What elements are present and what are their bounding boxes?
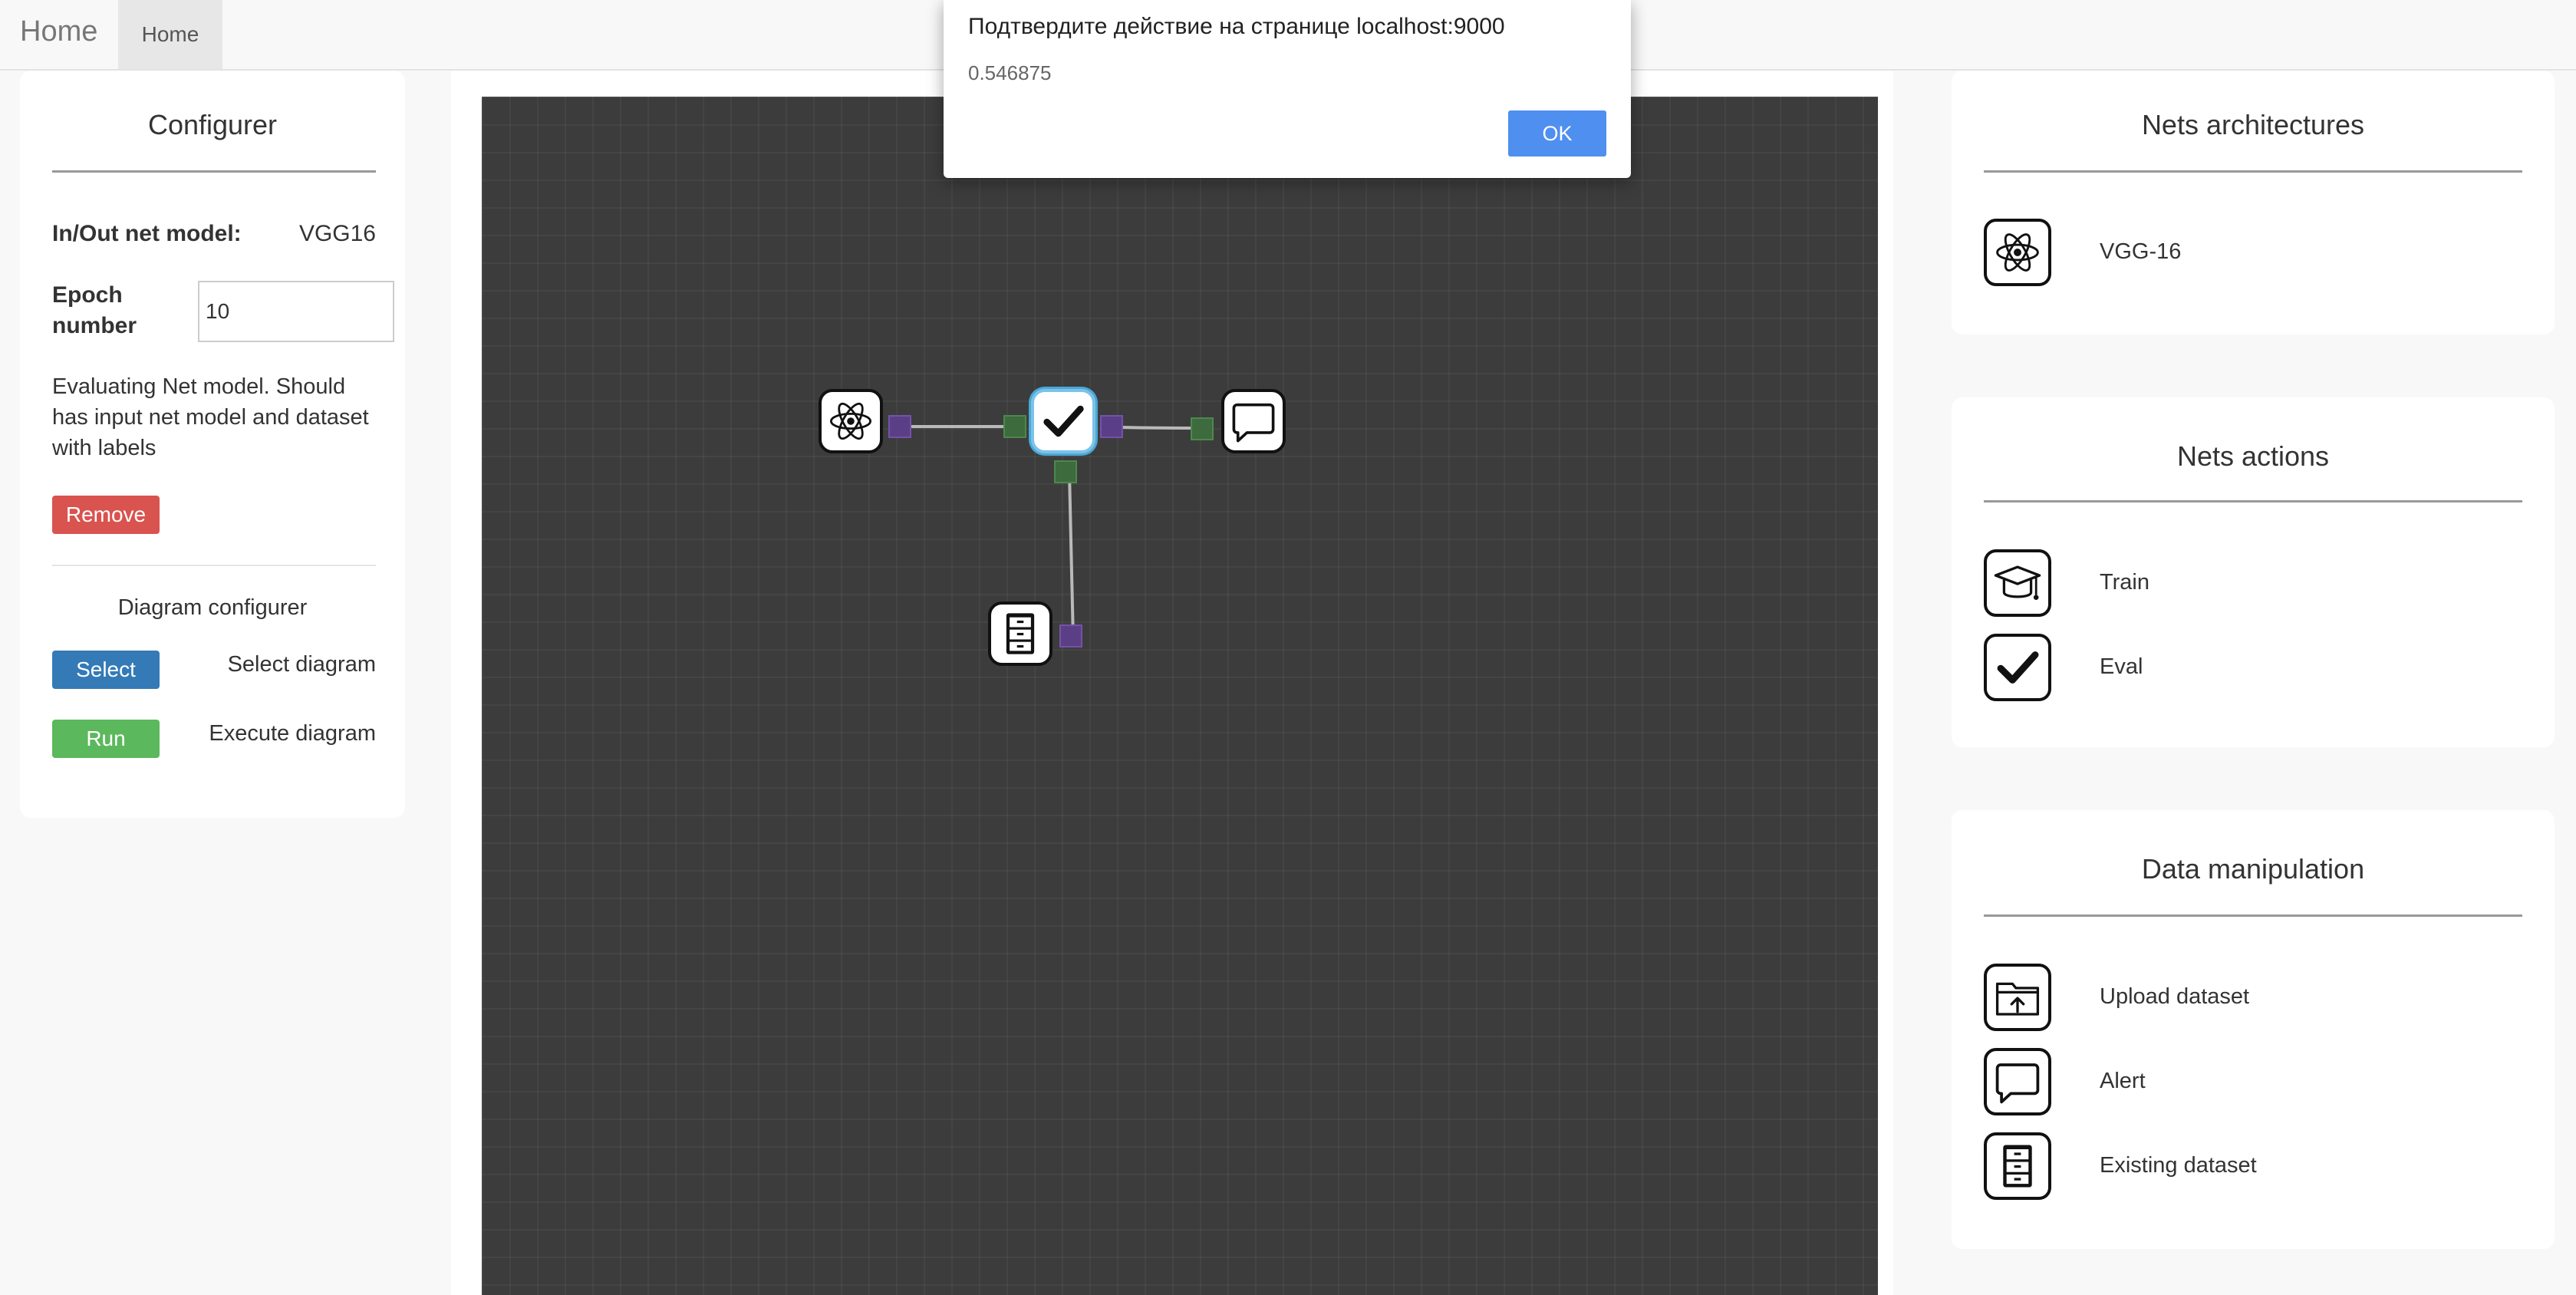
- divider: [52, 170, 376, 173]
- configurer-panel: Configurer In/Out net model: VGG16 Epoch…: [20, 71, 405, 818]
- divider: [1984, 914, 2522, 917]
- brand-link[interactable]: Home: [20, 15, 97, 48]
- graduation-cap-icon: [1992, 558, 2043, 608]
- model-label: In/Out net model:: [52, 221, 242, 246]
- file-cabinet-icon: [996, 609, 1045, 658]
- diagram-links: [900, 425, 1201, 641]
- diagram-node-alert[interactable]: [1221, 389, 1286, 453]
- select-button[interactable]: Select: [52, 651, 160, 689]
- data-manipulation-panel: Data manipulation Upload dataset Alert E…: [1952, 810, 2555, 1249]
- select-description: Select diagram: [227, 652, 376, 677]
- divider: [52, 565, 376, 566]
- checkmark-icon: [1039, 397, 1088, 446]
- epoch-label: Epoch: [52, 282, 123, 308]
- palette-item-upload-dataset[interactable]: [1984, 964, 2051, 1031]
- remove-button[interactable]: Remove: [52, 496, 160, 534]
- palette-item-train[interactable]: [1984, 549, 2051, 617]
- palette-label: Eval: [2100, 654, 2143, 679]
- palette-label: Alert: [2100, 1069, 2146, 1093]
- diagram-configurer-title: Diagram configurer: [117, 595, 308, 620]
- architectures-title: Nets architectures: [2141, 109, 2365, 140]
- diagram-node-dataset[interactable]: [988, 601, 1052, 666]
- epoch-label-line2: number: [52, 313, 137, 338]
- run-description: Execute diagram: [209, 721, 376, 746]
- model-value: VGG16: [298, 221, 376, 246]
- palette-label: Existing dataset: [2100, 1153, 2257, 1178]
- port-in[interactable]: [1191, 417, 1214, 440]
- divider: [1984, 170, 2522, 173]
- atom-icon: [826, 397, 875, 446]
- configurer-title: Configurer: [147, 109, 278, 140]
- dialog-message: 0.546875: [968, 61, 1052, 84]
- diagram-node-vgg[interactable]: [819, 389, 883, 453]
- divider: [1984, 500, 2522, 503]
- run-button[interactable]: Run: [52, 720, 160, 758]
- confirm-dialog: Подтвердите действие на странице localho…: [944, 0, 1631, 178]
- dialog-title: Подтвердите действие на странице localho…: [968, 14, 1505, 39]
- port-out[interactable]: [1059, 624, 1082, 648]
- palette-item-existing-dataset[interactable]: [1984, 1132, 2051, 1200]
- architectures-panel: Nets architectures VGG-16: [1952, 71, 2555, 334]
- port-in[interactable]: [1003, 415, 1026, 438]
- palette-item-vgg16[interactable]: [1984, 219, 2051, 286]
- epoch-number-input[interactable]: 10: [198, 281, 394, 342]
- port-out[interactable]: [888, 415, 911, 438]
- description-line-3: with labels: [52, 436, 156, 460]
- palette-label: Upload dataset: [2100, 984, 2250, 1009]
- palette-label: Train: [2100, 570, 2149, 595]
- palette-label: VGG-16: [2100, 239, 2182, 264]
- diagram-canvas[interactable]: [482, 97, 1878, 1295]
- ok-button[interactable]: OK: [1508, 110, 1606, 157]
- link-dataset-eval: [1068, 472, 1075, 641]
- folder-upload-icon: [1992, 972, 2043, 1023]
- description-line-1: Evaluating Net model. Should: [52, 374, 346, 399]
- speech-bubble-icon: [1229, 397, 1278, 446]
- speech-bubble-icon: [1992, 1056, 2043, 1107]
- file-cabinet-icon: [1992, 1141, 2043, 1191]
- data-manipulation-title: Data manipulation: [2141, 853, 2365, 885]
- nav-tab-home[interactable]: Home: [118, 0, 222, 69]
- diagram-node-eval[interactable]: [1031, 389, 1095, 453]
- port-in[interactable]: [1054, 460, 1077, 483]
- atom-icon: [1992, 227, 2043, 278]
- actions-title: Nets actions: [2176, 440, 2330, 472]
- actions-panel: Nets actions Train Eval: [1952, 397, 2555, 747]
- palette-item-eval[interactable]: [1984, 634, 2051, 701]
- palette-item-alert[interactable]: [1984, 1048, 2051, 1115]
- checkmark-icon: [1992, 642, 2043, 693]
- description-line-2: has input net model and dataset: [52, 405, 369, 430]
- port-out[interactable]: [1100, 415, 1123, 438]
